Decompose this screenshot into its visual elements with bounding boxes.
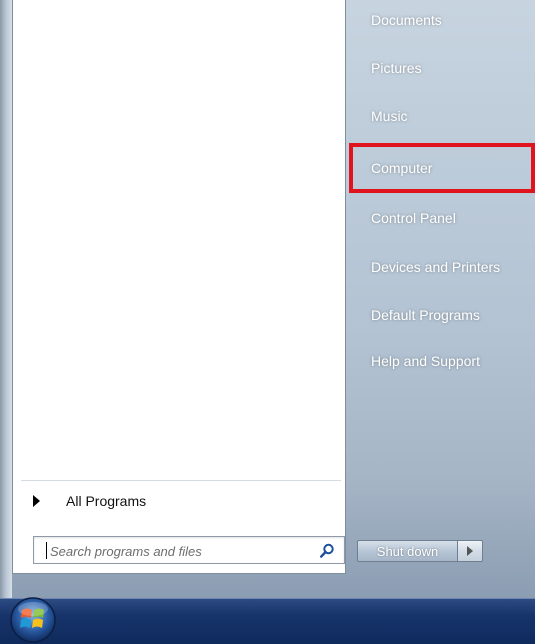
right-item-music[interactable]: Music [349,96,535,136]
right-item-label: Default Programs [371,307,480,323]
right-item-default-programs[interactable]: Default Programs [349,295,535,335]
search-icon[interactable] [318,542,336,560]
right-item-documents[interactable]: Documents [349,0,535,40]
taskbar [0,598,535,644]
right-item-pictures[interactable]: Pictures [349,48,535,88]
right-item-help-and-support[interactable]: Help and Support [349,341,535,381]
pane-divider [21,480,341,481]
right-item-label: Music [371,108,408,124]
right-item-label: Help and Support [371,353,480,369]
right-item-label: Devices and Printers [371,259,501,275]
screen: All Programs Documents Pictures Music [0,0,535,644]
right-item-label: Computer [371,160,433,176]
all-programs-button[interactable]: All Programs [33,488,333,514]
places-pane: Documents Pictures Music Computer Contro… [347,0,535,598]
right-item-label: Control Panel [371,210,456,226]
window-left-edge [0,0,12,598]
right-item-devices-and-printers[interactable]: Devices and Printers [349,247,535,287]
start-menu: All Programs Documents Pictures Music [0,0,535,598]
right-item-label: Documents [371,12,442,28]
right-item-label: Pictures [371,60,422,76]
shutdown-group: Shut down [357,540,483,562]
right-item-computer[interactable]: Computer [349,148,535,188]
search-input[interactable] [48,539,314,563]
expand-arrow-icon [33,495,40,507]
search-box[interactable] [33,536,345,564]
shutdown-options-button[interactable] [457,540,483,562]
all-programs-label: All Programs [66,493,147,509]
shutdown-label: Shut down [376,543,439,559]
right-item-control-panel[interactable]: Control Panel [349,198,535,238]
text-cursor [46,542,47,559]
shutdown-button[interactable]: Shut down [357,540,457,562]
right-arrow-icon [467,546,473,556]
windows-start-orb-icon[interactable] [8,595,58,644]
programs-pane: All Programs [12,0,346,574]
